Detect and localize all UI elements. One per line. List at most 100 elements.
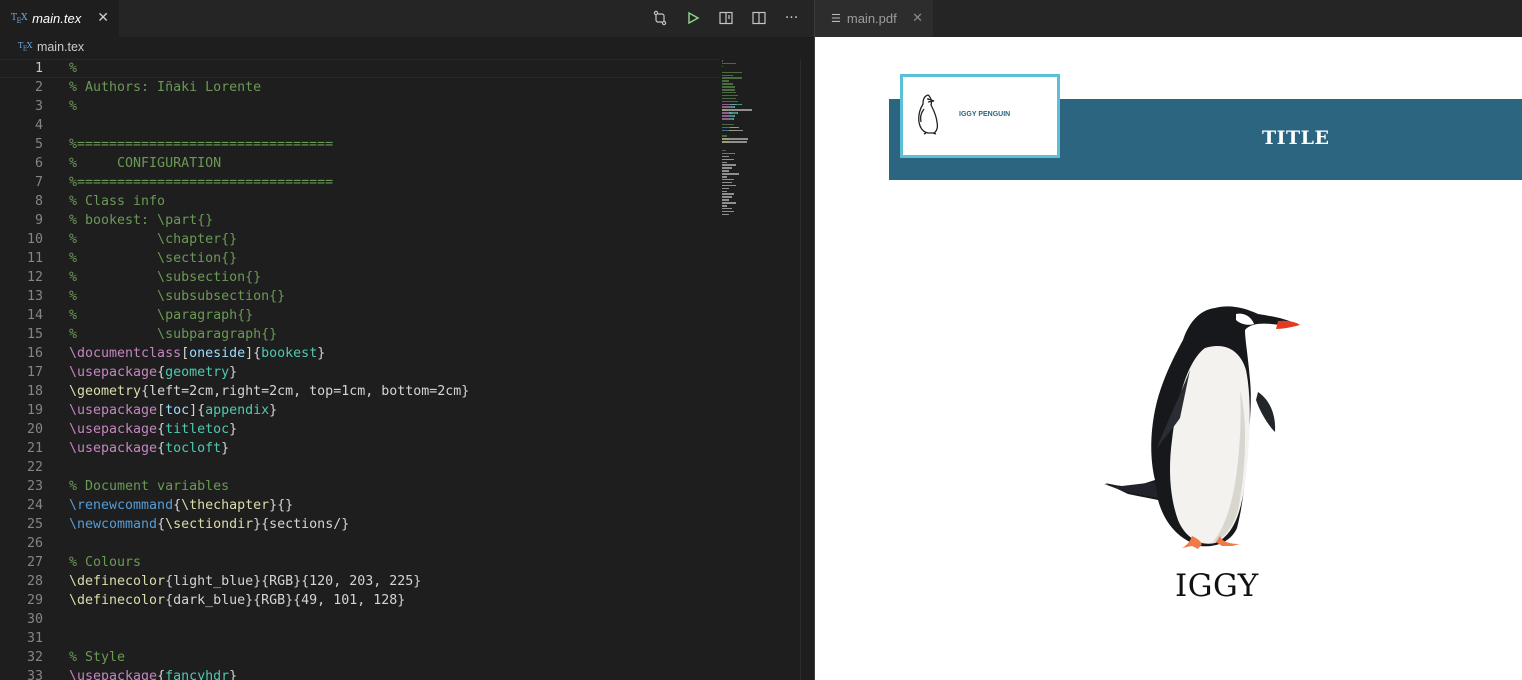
code-text: % Document variables: [69, 479, 230, 494]
code-line[interactable]: 32 % Style: [0, 648, 720, 667]
code-text: \usepackage{tocloft}: [69, 441, 230, 456]
line-number: 4: [34, 118, 43, 133]
code-line[interactable]: 17 \usepackage{geometry}: [0, 363, 720, 382]
document-icon: ☰: [831, 12, 841, 25]
code-text: %================================: [69, 175, 334, 190]
code-text: \usepackage{geometry}: [69, 365, 238, 380]
code-line[interactable]: 25 \newcommand{\sectiondir}{sections/}: [0, 515, 720, 534]
code-text: \definecolor{dark_blue}{RGB}{49, 101, 12…: [69, 593, 406, 608]
pdf-pane: ☰ main.pdf ✕ TITLE IGGY PENGUIN IGGY: [815, 0, 1522, 680]
editor-scrollbar[interactable]: [800, 59, 815, 680]
code-text: \newcommand{\sectiondir}{sections/}: [69, 517, 350, 532]
code-line[interactable]: 2 % Authors: Iñaki Lorente: [0, 78, 720, 97]
line-number: 26: [26, 536, 43, 551]
code-text: % \chapter{}: [69, 232, 238, 247]
line-number: 29: [26, 593, 43, 608]
code-text: % bookest: \part{}: [69, 213, 214, 228]
code-line[interactable]: 16 \documentclass[oneside]{bookest}: [0, 344, 720, 363]
line-number: 9: [34, 213, 43, 228]
code-line[interactable]: 3%: [0, 97, 720, 116]
code-line[interactable]: 13 % \subsubsection{}: [0, 287, 720, 306]
line-number: 3: [34, 99, 43, 114]
open-preview-icon[interactable]: [716, 8, 735, 27]
editor-tab-bar: TEX main.tex ✕ ···: [0, 0, 815, 37]
line-number: 5: [34, 137, 43, 152]
line-number: 25: [26, 517, 43, 532]
close-icon[interactable]: ✕: [97, 10, 109, 26]
code-text: \documentclass[oneside]{bookest}: [69, 346, 326, 361]
tab-label: main.pdf: [846, 11, 897, 26]
code-line[interactable]: 11 % \section{}: [0, 249, 720, 268]
line-number: 23: [26, 479, 43, 494]
code-text: % CONFIGURATION: [69, 156, 222, 171]
code-line[interactable]: 22: [0, 458, 720, 477]
code-line[interactable]: 24 \renewcommand{\thechapter}{}: [0, 496, 720, 515]
code-text: % Class info: [69, 194, 166, 209]
source-control-compare-icon[interactable]: [650, 8, 669, 27]
close-icon[interactable]: ✕: [912, 11, 923, 26]
code-line[interactable]: 9 % bookest: \part{}: [0, 211, 720, 230]
line-number: 30: [26, 612, 43, 627]
code-line[interactable]: 12 % \subsection{}: [0, 268, 720, 287]
tex-file-icon: TEX: [18, 41, 32, 53]
line-number: 8: [34, 194, 43, 209]
code-line[interactable]: 29 \definecolor{dark_blue}{RGB}{49, 101, …: [0, 591, 720, 610]
more-actions-icon[interactable]: ···: [782, 8, 801, 27]
code-text: \geometry{left=2cm,right=2cm, top=1cm, b…: [69, 384, 470, 399]
tab-main-pdf[interactable]: ☰ main.pdf ✕: [815, 0, 933, 37]
code-line[interactable]: 31: [0, 629, 720, 648]
code-line[interactable]: 21 \usepackage{tocloft}: [0, 439, 720, 458]
line-number: 2: [34, 80, 43, 95]
code-line[interactable]: 1%: [0, 59, 720, 78]
code-line[interactable]: 26: [0, 534, 720, 553]
line-number: 10: [26, 232, 43, 247]
code-line[interactable]: 6 % CONFIGURATION: [0, 154, 720, 173]
code-line[interactable]: 20 \usepackage{titletoc}: [0, 420, 720, 439]
code-text: % \subparagraph{}: [69, 327, 278, 342]
code-line[interactable]: 19 \usepackage[toc]{appendix}: [0, 401, 720, 420]
tab-main-tex[interactable]: TEX main.tex ✕: [0, 0, 119, 37]
line-number: 11: [26, 251, 43, 266]
line-number: 13: [26, 289, 43, 304]
line-number: 1: [34, 61, 43, 76]
code-text: \definecolor{light_blue}{RGB}{120, 203, …: [69, 574, 422, 589]
split-editor-icon[interactable]: [749, 8, 768, 27]
run-icon[interactable]: [683, 8, 702, 27]
code-line[interactable]: 8 % Class info: [0, 192, 720, 211]
penguin-caption: IGGY: [1175, 568, 1259, 604]
code-line[interactable]: 28 \definecolor{light_blue}{RGB}{120, 203…: [0, 572, 720, 591]
line-number: 17: [26, 365, 43, 380]
code-line[interactable]: 27 % Colours: [0, 553, 720, 572]
code-line[interactable]: 10 % \chapter{}: [0, 230, 720, 249]
line-number: 6: [34, 156, 43, 171]
code-line[interactable]: 14 % \paragraph{}: [0, 306, 720, 325]
code-line[interactable]: 7 %================================: [0, 173, 720, 192]
line-number: 20: [26, 422, 43, 437]
breadcrumb[interactable]: TEX main.tex: [18, 40, 84, 54]
editor-pane: TEX main.tex ✕ ··· TEX main.tex 1 % 2 % …: [0, 0, 815, 680]
code-line[interactable]: 4: [0, 116, 720, 135]
code-text: % \section{}: [69, 251, 238, 266]
code-editor[interactable]: 1% 2 % Authors: Iñaki Lorente 3% 4 5 %========…: [0, 59, 720, 680]
code-line[interactable]: 5 %================================: [0, 135, 720, 154]
code-text: \usepackage{fancyhdr}: [69, 669, 238, 680]
logo-text: IGGY PENGUIN: [959, 111, 1011, 118]
code-line[interactable]: 23 % Document variables: [0, 477, 720, 496]
code-text: \usepackage{titletoc}: [69, 422, 238, 437]
line-number: 18: [26, 384, 43, 399]
code-line[interactable]: 18 \geometry{left=2cm,right=2cm, top=1cm,…: [0, 382, 720, 401]
code-text: % \subsection{}: [69, 270, 262, 285]
code-text: %: [69, 61, 78, 76]
code-line[interactable]: 33 \usepackage{fancyhdr}: [0, 667, 720, 680]
line-number: 31: [26, 631, 43, 646]
line-number: 12: [26, 270, 43, 285]
minimap[interactable]: [722, 60, 800, 250]
line-number: 16: [26, 346, 43, 361]
code-line[interactable]: 15 % \subparagraph{}: [0, 325, 720, 344]
code-line[interactable]: 30: [0, 610, 720, 629]
line-number: 27: [26, 555, 43, 570]
code-text: \usepackage[toc]{appendix}: [69, 403, 278, 418]
tex-file-icon: TEX: [11, 12, 28, 25]
tab-label: main.tex: [32, 11, 82, 26]
line-number: 22: [26, 460, 43, 475]
